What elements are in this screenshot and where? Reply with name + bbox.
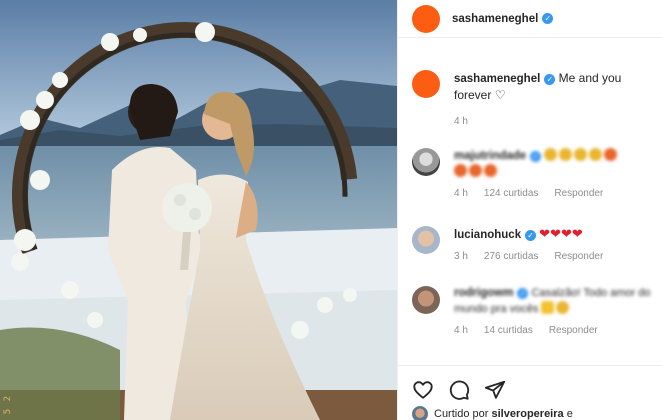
photo-date-stamp: 5 2 — [3, 394, 13, 414]
caption-avatar[interactable] — [412, 70, 440, 98]
emoji-icon — [541, 301, 555, 314]
emoji-icon — [604, 148, 618, 161]
verified-badge-icon: ✓ — [542, 13, 554, 24]
author-avatar[interactable] — [412, 4, 440, 33]
post-header: sashameneghel ✓ — [398, 0, 662, 38]
commenter-avatar[interactable] — [412, 286, 440, 314]
comment-likes[interactable]: 276 curtidas — [484, 249, 538, 264]
liked-by-line: Curtido por silveropereira e — [412, 406, 573, 420]
post-caption: sashameneghel ✓ Me and you forever ♡ — [412, 70, 657, 103]
emoji-icon — [574, 148, 588, 161]
author-username[interactable]: sashameneghel — [452, 13, 538, 25]
liked-by-suffix: e — [566, 408, 573, 420]
comment-text: ❤❤❤❤ — [539, 226, 583, 241]
emoji-icon — [484, 164, 497, 177]
reply-button[interactable]: Responder — [554, 249, 603, 264]
actions-divider — [398, 365, 662, 366]
commenter-username[interactable]: lucianohuck — [454, 229, 521, 241]
comment-item: lucianohuck ✓ ❤❤❤❤ 3 h 276 curtidas Respo… — [412, 226, 662, 264]
comment-time: 4 h — [454, 325, 468, 336]
verified-badge-icon: ✓ — [525, 230, 537, 241]
emoji-icon — [469, 164, 482, 177]
emoji-icon — [559, 148, 573, 161]
emoji-icon — [454, 164, 467, 177]
post-time: 4 h — [454, 116, 468, 127]
verified-badge-icon: ✓ — [544, 74, 556, 85]
wedding-photo — [0, 0, 397, 420]
post-actions — [412, 379, 506, 401]
commenter-username[interactable]: rodrigowm — [454, 287, 513, 299]
comment-item: rodrigowm ✓ Casalzão! Todo amor do mundo … — [412, 286, 662, 338]
comment-item: majutrindade ✓ 4 h 124 curtidas Responder — [412, 148, 662, 201]
liked-by-user[interactable]: silveropereira — [491, 408, 563, 420]
comment-likes[interactable]: 14 curtidas — [484, 323, 533, 338]
verified-badge-icon: ✓ — [530, 151, 542, 162]
liked-by-prefix: Curtido por — [434, 408, 489, 420]
liker-avatar[interactable] — [412, 406, 428, 420]
emoji-icon — [556, 301, 570, 314]
comment-time: 4 h — [454, 188, 468, 199]
emoji-icon — [544, 148, 558, 161]
verified-badge-icon: ✓ — [517, 288, 529, 299]
commenter-username[interactable]: majutrindade — [454, 150, 526, 162]
share-icon[interactable] — [484, 379, 506, 401]
reply-button[interactable]: Responder — [554, 186, 603, 201]
commenter-avatar[interactable] — [412, 148, 440, 176]
caption-heart-emoji: ♡ — [494, 88, 506, 102]
reply-button[interactable]: Responder — [549, 323, 598, 338]
post-sidebar: sashameneghel ✓ sashameneghel ✓ Me and yo… — [397, 0, 662, 420]
comment-icon[interactable] — [448, 379, 470, 401]
comment-likes[interactable]: 124 curtidas — [484, 186, 538, 201]
commenter-avatar[interactable] — [412, 226, 440, 254]
comment-time: 3 h — [454, 251, 468, 262]
caption-username[interactable]: sashameneghel — [454, 73, 540, 85]
heart-icon[interactable] — [412, 379, 434, 401]
emoji-icon — [589, 148, 603, 161]
post-photo[interactable]: 5 2 — [0, 0, 397, 420]
